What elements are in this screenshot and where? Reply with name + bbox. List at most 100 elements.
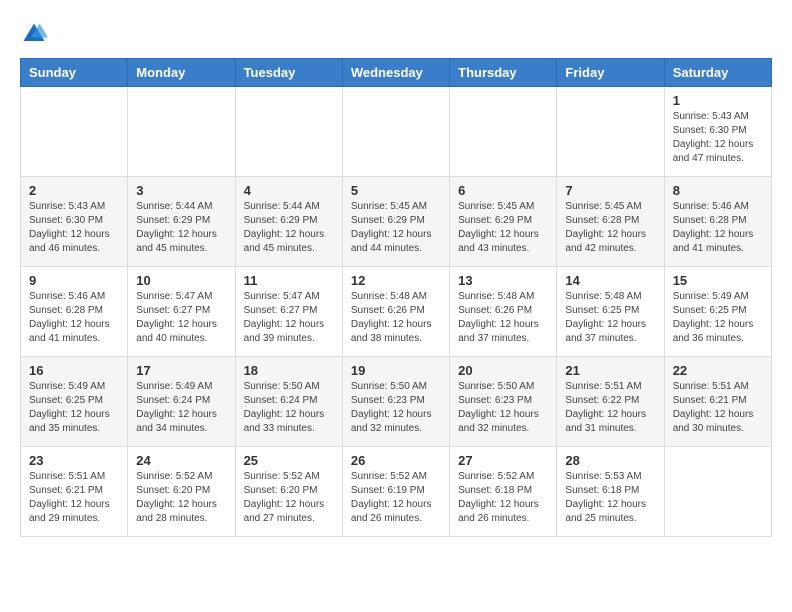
day-info: Sunrise: 5:49 AM Sunset: 6:24 PM Dayligh… xyxy=(136,380,226,436)
week-row-4: 16Sunrise: 5:49 AM Sunset: 6:25 PM Dayli… xyxy=(21,357,772,447)
day-number: 17 xyxy=(136,363,226,378)
day-header-wednesday: Wednesday xyxy=(342,59,449,87)
day-info: Sunrise: 5:43 AM Sunset: 6:30 PM Dayligh… xyxy=(673,110,763,166)
day-info: Sunrise: 5:50 AM Sunset: 6:23 PM Dayligh… xyxy=(458,380,548,436)
day-header-thursday: Thursday xyxy=(450,59,557,87)
day-cell: 5 Sunrise: 5:45 AM Sunset: 6:29 PM Daylig… xyxy=(342,177,449,267)
day-number: 27 xyxy=(458,453,548,468)
day-number: 11 xyxy=(244,273,334,288)
day-info: Sunrise: 5:49 AM Sunset: 6:25 PM Dayligh… xyxy=(29,380,119,436)
day-header-monday: Monday xyxy=(128,59,235,87)
day-header-saturday: Saturday xyxy=(664,59,771,87)
day-number: 12 xyxy=(351,273,441,288)
day-cell: 24 Sunrise: 5:52 AM Sunset: 6:20 PM Dayli… xyxy=(128,447,235,537)
day-info: Sunrise: 5:48 AM Sunset: 6:26 PM Dayligh… xyxy=(458,290,548,346)
day-cell: 21 Sunrise: 5:51 AM Sunset: 6:22 PM Dayli… xyxy=(557,357,664,447)
day-cell: 23 Sunrise: 5:51 AM Sunset: 6:21 PM Dayli… xyxy=(21,447,128,537)
day-number: 10 xyxy=(136,273,226,288)
day-number: 5 xyxy=(351,183,441,198)
logo-icon xyxy=(20,20,48,48)
day-number: 28 xyxy=(565,453,655,468)
day-info: Sunrise: 5:52 AM Sunset: 6:18 PM Dayligh… xyxy=(458,470,548,526)
logo xyxy=(20,20,52,48)
day-cell: 7 Sunrise: 5:45 AM Sunset: 6:28 PM Daylig… xyxy=(557,177,664,267)
day-cell: 4 Sunrise: 5:44 AM Sunset: 6:29 PM Daylig… xyxy=(235,177,342,267)
day-info: Sunrise: 5:51 AM Sunset: 6:21 PM Dayligh… xyxy=(673,380,763,436)
day-cell: 10 Sunrise: 5:47 AM Sunset: 6:27 PM Dayli… xyxy=(128,267,235,357)
day-cell: 11 Sunrise: 5:47 AM Sunset: 6:27 PM Dayli… xyxy=(235,267,342,357)
day-cell xyxy=(235,87,342,177)
week-row-2: 2 Sunrise: 5:43 AM Sunset: 6:30 PM Daylig… xyxy=(21,177,772,267)
day-info: Sunrise: 5:44 AM Sunset: 6:29 PM Dayligh… xyxy=(244,200,334,256)
day-number: 21 xyxy=(565,363,655,378)
day-info: Sunrise: 5:50 AM Sunset: 6:23 PM Dayligh… xyxy=(351,380,441,436)
calendar-table: SundayMondayTuesdayWednesdayThursdayFrid… xyxy=(20,58,772,537)
day-number: 24 xyxy=(136,453,226,468)
week-row-1: 1 Sunrise: 5:43 AM Sunset: 6:30 PM Daylig… xyxy=(21,87,772,177)
day-info: Sunrise: 5:45 AM Sunset: 6:29 PM Dayligh… xyxy=(351,200,441,256)
day-info: Sunrise: 5:46 AM Sunset: 6:28 PM Dayligh… xyxy=(29,290,119,346)
day-number: 14 xyxy=(565,273,655,288)
day-info: Sunrise: 5:50 AM Sunset: 6:24 PM Dayligh… xyxy=(244,380,334,436)
day-number: 26 xyxy=(351,453,441,468)
day-info: Sunrise: 5:53 AM Sunset: 6:18 PM Dayligh… xyxy=(565,470,655,526)
day-info: Sunrise: 5:52 AM Sunset: 6:19 PM Dayligh… xyxy=(351,470,441,526)
day-cell: 12 Sunrise: 5:48 AM Sunset: 6:26 PM Dayli… xyxy=(342,267,449,357)
day-cell xyxy=(21,87,128,177)
day-cell xyxy=(664,447,771,537)
day-cell: 15Sunrise: 5:49 AM Sunset: 6:25 PM Dayli… xyxy=(664,267,771,357)
day-info: Sunrise: 5:47 AM Sunset: 6:27 PM Dayligh… xyxy=(136,290,226,346)
day-cell: 17 Sunrise: 5:49 AM Sunset: 6:24 PM Dayli… xyxy=(128,357,235,447)
day-cell xyxy=(342,87,449,177)
day-cell: 16Sunrise: 5:49 AM Sunset: 6:25 PM Dayli… xyxy=(21,357,128,447)
day-info: Sunrise: 5:48 AM Sunset: 6:26 PM Dayligh… xyxy=(351,290,441,346)
day-cell: 18 Sunrise: 5:50 AM Sunset: 6:24 PM Dayli… xyxy=(235,357,342,447)
day-cell: 13 Sunrise: 5:48 AM Sunset: 6:26 PM Dayli… xyxy=(450,267,557,357)
day-info: Sunrise: 5:45 AM Sunset: 6:29 PM Dayligh… xyxy=(458,200,548,256)
day-number: 2 xyxy=(29,183,119,198)
day-info: Sunrise: 5:47 AM Sunset: 6:27 PM Dayligh… xyxy=(244,290,334,346)
day-number: 4 xyxy=(244,183,334,198)
day-cell xyxy=(128,87,235,177)
day-cell: 1 Sunrise: 5:43 AM Sunset: 6:30 PM Daylig… xyxy=(664,87,771,177)
day-cell: 26 Sunrise: 5:52 AM Sunset: 6:19 PM Dayli… xyxy=(342,447,449,537)
day-number: 13 xyxy=(458,273,548,288)
week-row-3: 9 Sunrise: 5:46 AM Sunset: 6:28 PM Daylig… xyxy=(21,267,772,357)
day-number: 23 xyxy=(29,453,119,468)
week-row-5: 23 Sunrise: 5:51 AM Sunset: 6:21 PM Dayli… xyxy=(21,447,772,537)
day-number: 25 xyxy=(244,453,334,468)
day-number: 6 xyxy=(458,183,548,198)
day-number: 15 xyxy=(673,273,763,288)
day-header-tuesday: Tuesday xyxy=(235,59,342,87)
day-cell: 28 Sunrise: 5:53 AM Sunset: 6:18 PM Dayli… xyxy=(557,447,664,537)
day-info: Sunrise: 5:51 AM Sunset: 6:21 PM Dayligh… xyxy=(29,470,119,526)
day-number: 18 xyxy=(244,363,334,378)
day-cell: 8 Sunrise: 5:46 AM Sunset: 6:28 PM Daylig… xyxy=(664,177,771,267)
day-cell: 19 Sunrise: 5:50 AM Sunset: 6:23 PM Dayli… xyxy=(342,357,449,447)
day-number: 8 xyxy=(673,183,763,198)
day-number: 22 xyxy=(673,363,763,378)
day-number: 7 xyxy=(565,183,655,198)
day-cell: 22 Sunrise: 5:51 AM Sunset: 6:21 PM Dayli… xyxy=(664,357,771,447)
day-info: Sunrise: 5:52 AM Sunset: 6:20 PM Dayligh… xyxy=(136,470,226,526)
day-cell xyxy=(450,87,557,177)
day-headers-row: SundayMondayTuesdayWednesdayThursdayFrid… xyxy=(21,59,772,87)
day-info: Sunrise: 5:43 AM Sunset: 6:30 PM Dayligh… xyxy=(29,200,119,256)
day-cell: 2 Sunrise: 5:43 AM Sunset: 6:30 PM Daylig… xyxy=(21,177,128,267)
day-cell: 3Sunrise: 5:44 AM Sunset: 6:29 PM Daylig… xyxy=(128,177,235,267)
day-info: Sunrise: 5:52 AM Sunset: 6:20 PM Dayligh… xyxy=(244,470,334,526)
day-info: Sunrise: 5:45 AM Sunset: 6:28 PM Dayligh… xyxy=(565,200,655,256)
day-number: 19 xyxy=(351,363,441,378)
day-number: 9 xyxy=(29,273,119,288)
day-info: Sunrise: 5:51 AM Sunset: 6:22 PM Dayligh… xyxy=(565,380,655,436)
day-info: Sunrise: 5:46 AM Sunset: 6:28 PM Dayligh… xyxy=(673,200,763,256)
day-header-sunday: Sunday xyxy=(21,59,128,87)
day-number: 1 xyxy=(673,93,763,108)
day-info: Sunrise: 5:44 AM Sunset: 6:29 PM Dayligh… xyxy=(136,200,226,256)
day-cell: 6 Sunrise: 5:45 AM Sunset: 6:29 PM Daylig… xyxy=(450,177,557,267)
header xyxy=(20,20,772,48)
day-cell: 9 Sunrise: 5:46 AM Sunset: 6:28 PM Daylig… xyxy=(21,267,128,357)
day-info: Sunrise: 5:48 AM Sunset: 6:25 PM Dayligh… xyxy=(565,290,655,346)
day-cell: 25 Sunrise: 5:52 AM Sunset: 6:20 PM Dayli… xyxy=(235,447,342,537)
day-cell xyxy=(557,87,664,177)
